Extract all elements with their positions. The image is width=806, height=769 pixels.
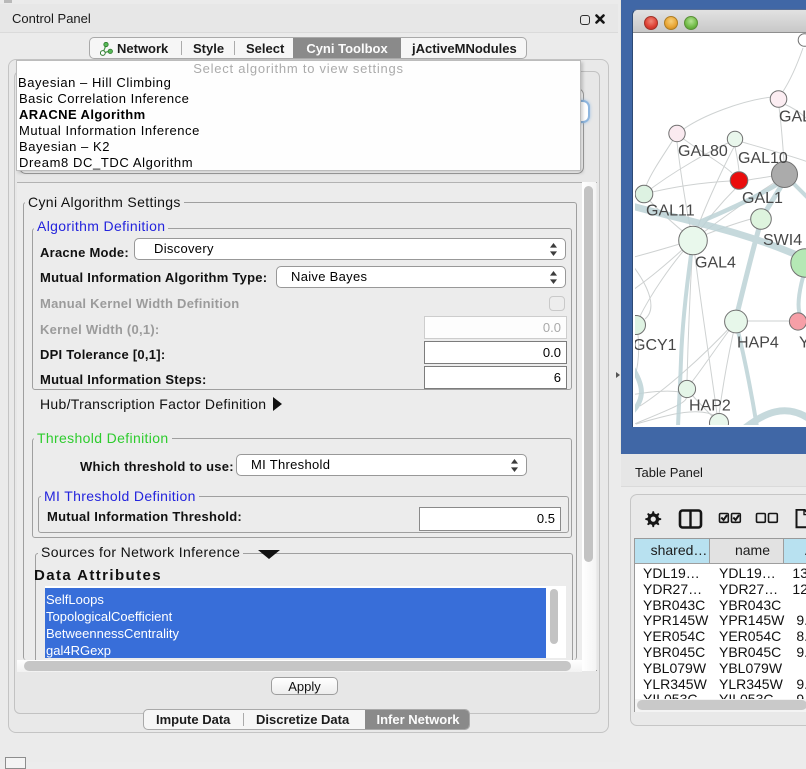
svg-text:GAL4: GAL4 [695, 255, 736, 272]
svg-text:YPL: YPL [799, 335, 806, 352]
svg-text:GCY1: GCY1 [635, 337, 677, 354]
svg-text:HAP4: HAP4 [737, 335, 779, 352]
svg-text:GAL10: GAL10 [738, 150, 788, 167]
svg-text:SWI4: SWI4 [763, 232, 802, 249]
svg-text:HAP2: HAP2 [689, 398, 731, 415]
svg-text:GAL80: GAL80 [678, 143, 728, 160]
svg-text:GAL1: GAL1 [742, 190, 783, 207]
svg-text:GAL7: GAL7 [779, 109, 806, 126]
svg-text:GAL11: GAL11 [646, 203, 695, 220]
